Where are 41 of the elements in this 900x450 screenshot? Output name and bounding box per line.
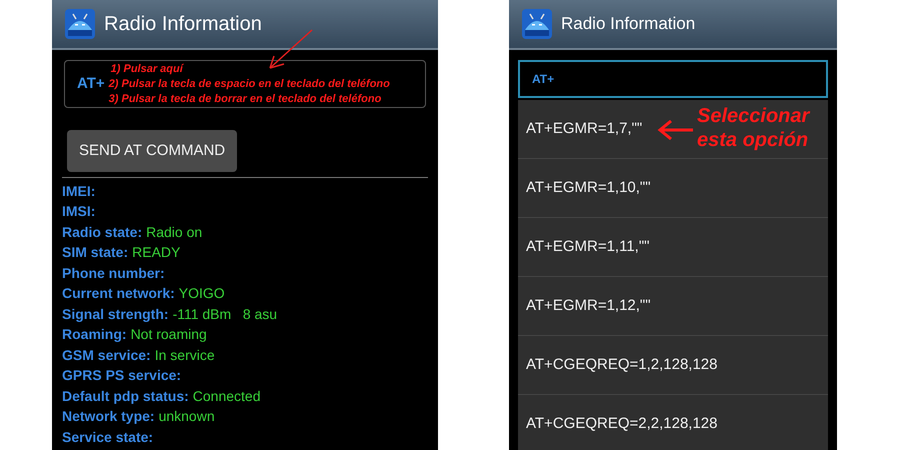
info-value: Not roaming [130, 325, 207, 344]
annotation-text: 2) Pulsar la tecla de espacio en el teclado del teléfono [108, 76, 390, 92]
info-value: In service [154, 346, 215, 365]
info-label: GSM service: [62, 346, 151, 365]
annotation-arrow [657, 119, 695, 141]
info-value: READY [132, 243, 180, 262]
info-label: Signal strength: [62, 304, 169, 324]
suggestion-item[interactable]: AT+CGEQREQ=1,2,128,128 [518, 336, 828, 395]
annotation-text: 3) Pulsar la tecla de borrar en el teclado del teléfono [108, 92, 382, 106]
info-value: YOIGO [178, 284, 225, 304]
command-field[interactable]: AT+ [518, 60, 828, 98]
info-value: -111 dBm 8 asu [172, 304, 278, 324]
info-label: Phone number: [62, 264, 165, 283]
info-label: IMSI: [62, 202, 96, 222]
robot-icon [64, 8, 96, 40]
field-value: AT+ [532, 71, 554, 88]
send-button[interactable]: SEND AT COMMAND [67, 130, 238, 172]
info-label: Radio state: [62, 222, 142, 242]
info-label: GPRS PS service: [62, 366, 182, 386]
annotation-text: 1) Pulsar aquí [110, 62, 185, 76]
info-value: Radio on [146, 222, 202, 242]
field-value: AT+ [77, 74, 105, 94]
suggestion-item[interactable]: AT+EGMR=1,10,"" [518, 159, 828, 218]
suggestion-item[interactable]: AT+EGMR=1,12,"" [518, 277, 828, 336]
window-title: Radio Information [104, 12, 262, 37]
info-label: SIM state: [62, 243, 128, 262]
info-label: Roaming: [62, 325, 127, 344]
info-label: Network type: [62, 407, 155, 426]
command-field[interactable]: AT+ 1) Pulsar aquí 2) Pulsar la tecla de espacio en el teclado del teléfono 3) Pulsar la tecla de borrar en el teclado del teléfono [64, 60, 426, 108]
info-value: unknown [158, 407, 215, 426]
window-title: Radio Information [561, 13, 696, 36]
info-label: IMEI: [62, 182, 96, 201]
suggestion-item[interactable]: AT+EGMR=1,11,"" [518, 218, 828, 277]
info-label: Current network: [62, 284, 175, 304]
info-value: Connected [192, 386, 260, 406]
annotation-text: Seleccionar [697, 104, 810, 128]
annotation-text: esta opción [697, 128, 810, 152]
info-label: Service state: [62, 428, 154, 447]
suggestion-item[interactable]: AT+CGEQREQ=2,2,128,128 [518, 395, 828, 450]
info-label: Default pdp status: [62, 386, 189, 406]
robot-icon [521, 8, 553, 40]
